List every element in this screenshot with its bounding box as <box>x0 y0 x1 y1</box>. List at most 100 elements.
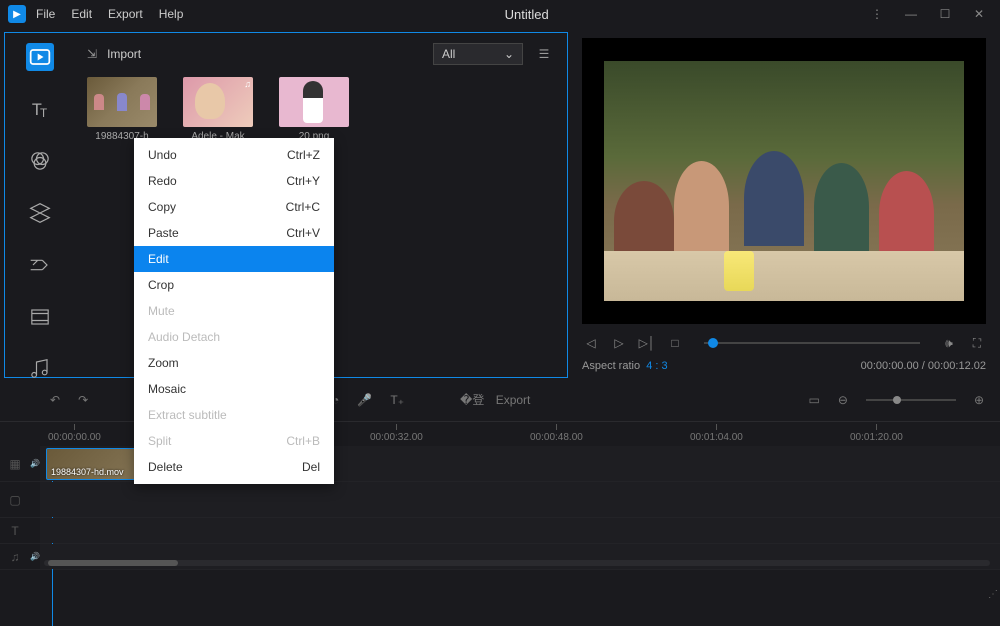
overlays-tool-icon[interactable] <box>26 199 54 227</box>
context-menu-shortcut: Ctrl+C <box>286 200 320 214</box>
export-button[interactable]: �登 Export <box>460 391 530 408</box>
context-menu-item: Split Ctrl+B <box>134 428 334 454</box>
menu-edit[interactable]: Edit <box>71 7 92 21</box>
context-menu-label: Split <box>148 434 171 448</box>
context-menu-shortcut: Del <box>302 460 320 474</box>
context-menu-label: Extract subtitle <box>148 408 227 422</box>
undo-icon[interactable]: ↶ <box>50 393 60 407</box>
elements-tool-icon[interactable] <box>26 303 54 331</box>
context-menu-item[interactable]: Zoom <box>134 350 334 376</box>
context-menu-label: Mute <box>148 304 175 318</box>
chevron-down-icon: ⌄ <box>504 47 514 61</box>
context-menu-item[interactable]: UndoCtrl+Z <box>134 142 334 168</box>
aspect-value[interactable]: 4 : 3 <box>646 360 667 372</box>
menu-export[interactable]: Export <box>108 7 143 21</box>
timeline-scroll-thumb[interactable] <box>48 560 178 566</box>
filter-dropdown[interactable]: All⌄ <box>433 43 523 65</box>
text-track-icon: T <box>0 524 30 538</box>
menu-help[interactable]: Help <box>159 7 184 21</box>
window-title: Untitled <box>183 7 870 22</box>
text-icon[interactable]: T₊ <box>390 393 404 407</box>
app-logo-icon: ▶ <box>8 5 26 23</box>
audio-badge-icon: ♫ <box>244 79 251 89</box>
ruler-tick: 00:00:32.00 <box>370 424 423 443</box>
pip-track: ▢ <box>0 482 1000 518</box>
fit-icon[interactable]: ▭ <box>809 393 820 407</box>
media-item[interactable]: 19884307-h <box>87 77 157 142</box>
transitions-tool-icon[interactable] <box>26 251 54 279</box>
zoom-handle[interactable] <box>893 396 901 404</box>
list-view-icon[interactable]: ☰ <box>533 43 555 65</box>
zoom-out-icon[interactable]: ⊖ <box>838 393 848 407</box>
text-tool-icon[interactable]: TT <box>26 95 54 123</box>
zoom-in-icon[interactable]: ⊕ <box>974 393 984 407</box>
context-menu-label: Copy <box>148 200 176 214</box>
svg-text:T: T <box>40 107 47 120</box>
aspect-label: Aspect ratio <box>582 360 640 372</box>
context-menu-item[interactable]: Crop <box>134 272 334 298</box>
zoom-slider[interactable] <box>866 399 956 401</box>
minimize-icon[interactable]: — <box>904 7 918 21</box>
play-icon[interactable]: ▷ <box>610 334 628 352</box>
close-icon[interactable]: ✕ <box>972 7 986 21</box>
menu-file[interactable]: File <box>36 7 55 21</box>
context-menu-item[interactable]: Redo Ctrl+Y <box>134 168 334 194</box>
media-thumbnails: 19884307-h ♫ Adele - Mak 20.png <box>87 77 555 142</box>
scrub-bar[interactable] <box>704 342 920 344</box>
volume-icon[interactable]: 🕪 <box>940 334 958 352</box>
tool-sidebar: TT <box>5 33 75 377</box>
ruler-tick: 00:01:20.00 <box>850 424 903 443</box>
context-menu-shortcut: Ctrl+Y <box>286 174 320 188</box>
context-menu-item[interactable]: DeleteDel <box>134 454 334 480</box>
context-menu-item[interactable]: PasteCtrl+V <box>134 220 334 246</box>
track-body[interactable] <box>40 482 1000 517</box>
audio-tool-icon[interactable] <box>26 355 54 383</box>
preview-info: Aspect ratio 4 : 3 00:00:00.00 / 00:00:1… <box>582 360 986 372</box>
ruler-tick: 00:00:48.00 <box>530 424 583 443</box>
maximize-icon[interactable]: ☐ <box>938 7 952 21</box>
context-menu-label: Mosaic <box>148 382 186 396</box>
context-menu-item[interactable]: Edit <box>134 246 334 272</box>
context-menu-item: Audio Detach <box>134 324 334 350</box>
stop-icon[interactable]: □ <box>666 334 684 352</box>
video-preview[interactable] <box>582 38 986 324</box>
context-menu-item[interactable]: Copy Ctrl+C <box>134 194 334 220</box>
filters-tool-icon[interactable] <box>26 147 54 175</box>
video-track-icon: ▦ <box>0 457 30 471</box>
ruler-tick: 00:00:00.00 <box>48 424 101 443</box>
fullscreen-icon[interactable]: ⛶ <box>968 334 986 352</box>
context-menu-label: Redo <box>148 174 177 188</box>
import-button[interactable]: Import <box>107 47 141 61</box>
main-menu: File Edit Export Help <box>36 7 183 21</box>
timeline-scrollbar[interactable] <box>44 560 990 566</box>
mute-track-icon[interactable]: 🔊 <box>30 552 40 561</box>
playback-controls: ◁ ▷ ▷│ □ 🕪 ⛶ <box>582 334 986 352</box>
media-item[interactable]: 20.png <box>279 77 349 142</box>
redo-icon[interactable]: ↷ <box>78 393 88 407</box>
import-icon[interactable]: ⇲ <box>87 47 97 61</box>
audio-track: ♫ 🔊 <box>0 544 1000 570</box>
context-menu-label: Crop <box>148 278 174 292</box>
context-menu-label: Zoom <box>148 356 179 370</box>
context-menu-label: Audio Detach <box>148 330 220 344</box>
more-icon[interactable]: ⋮ <box>870 7 884 21</box>
track-body[interactable] <box>40 518 1000 543</box>
context-menu-shortcut: Ctrl+Z <box>287 148 320 162</box>
ruler-tick: 00:01:04.00 <box>690 424 743 443</box>
context-menu-item[interactable]: Mosaic <box>134 376 334 402</box>
context-menu-shortcut: Ctrl+V <box>286 226 320 240</box>
mute-track-icon[interactable]: 🔊 <box>30 459 40 468</box>
titlebar: ▶ File Edit Export Help Untitled ⋮ — ☐ ✕ <box>0 0 1000 28</box>
media-tool-icon[interactable] <box>26 43 54 71</box>
pip-track-icon: ▢ <box>0 493 30 507</box>
media-item[interactable]: ♫ Adele - Mak <box>183 77 253 142</box>
scrub-handle[interactable] <box>708 338 718 348</box>
context-menu-item: Mute <box>134 298 334 324</box>
context-menu-shortcut: Ctrl+B <box>286 434 320 448</box>
resize-grip-icon[interactable]: ⋰ <box>988 589 998 600</box>
voice-icon[interactable]: 🎤 <box>357 393 372 407</box>
audio-track-icon: ♫ <box>0 550 30 564</box>
clip-label: 19884307-hd.mov <box>51 467 124 477</box>
next-frame-icon[interactable]: ▷│ <box>638 334 656 352</box>
prev-frame-icon[interactable]: ◁ <box>582 334 600 352</box>
